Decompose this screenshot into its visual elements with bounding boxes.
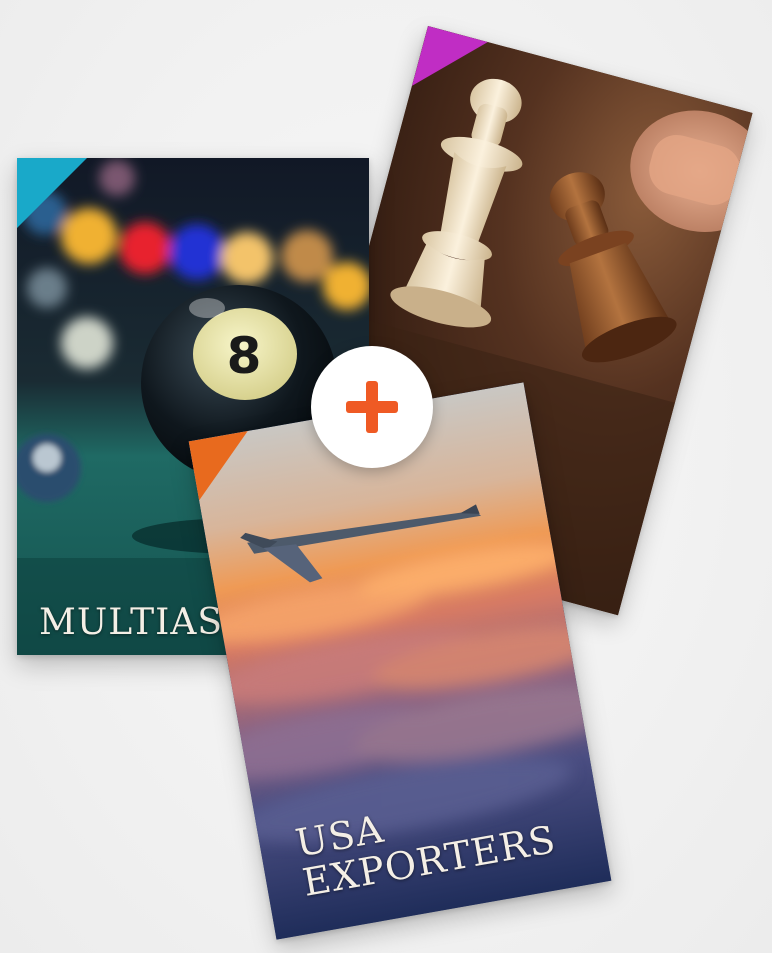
card-collage: E xyxy=(0,0,772,953)
eight-ball-number: 8 xyxy=(227,327,262,385)
plus-icon xyxy=(346,381,398,433)
billiards-card-title: MULTIAS xyxy=(39,602,224,643)
add-button[interactable] xyxy=(311,346,433,468)
usa-exporters-card-corner xyxy=(188,430,259,501)
billiards-card-corner xyxy=(17,158,87,228)
